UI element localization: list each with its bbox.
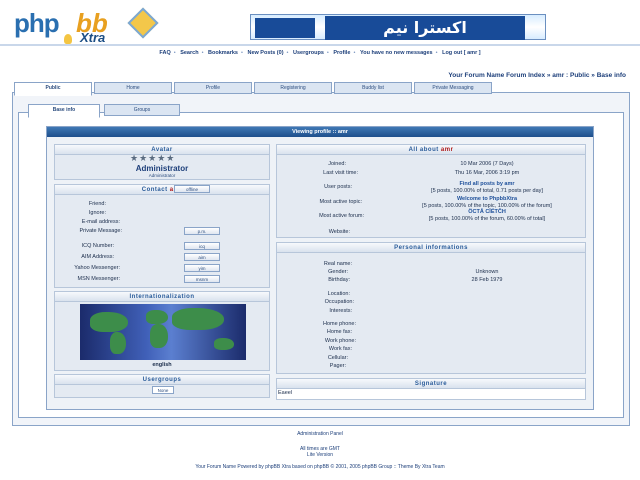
user-posts-label: User posts:: [324, 184, 352, 190]
last-visit-value: Thu 16 Mar, 2006 3:19 pm: [454, 170, 520, 176]
usergroups-title: Usergroups: [55, 375, 269, 385]
occupation-label: Occupation:: [324, 299, 354, 305]
nav-logout[interactable]: Log out [ amr ]: [442, 50, 481, 56]
tab-private-messaging[interactable]: Private Messaging: [414, 82, 492, 94]
msn-label: MSN Messenger:: [77, 276, 121, 282]
nav-new-posts[interactable]: New Posts (0): [247, 50, 283, 56]
joined-value: 10 Mar 2006 (7 Days): [460, 161, 514, 167]
tab-home[interactable]: Home: [94, 82, 172, 94]
signature-section: Signature: [276, 378, 586, 400]
tab-groups[interactable]: Groups: [104, 104, 180, 116]
find-posts-link[interactable]: Find all posts by amr: [390, 181, 584, 187]
icq-label: ICQ Number:: [81, 243, 114, 249]
phpbb-xtra-logo[interactable]: php bb Xtra: [14, 7, 159, 48]
intl-title: Internationalization: [55, 292, 269, 302]
interests-label: Interests:: [329, 308, 352, 314]
nav-profile[interactable]: Profile: [333, 50, 350, 56]
online-status-button[interactable]: offline: [174, 185, 210, 193]
icq-button[interactable]: icq: [184, 242, 220, 250]
breadcrumb[interactable]: Your Forum Name Forum Index » amr : Publ…: [448, 72, 626, 79]
about-title-prefix: All about: [408, 147, 439, 153]
yahoo-label: Yahoo Messenger:: [74, 265, 120, 271]
rank-stars-icon: ★★★★★: [130, 153, 176, 163]
aim-label: AIM Address:: [81, 254, 114, 260]
contact-section: Contact amr: [54, 184, 270, 288]
yahoo-button[interactable]: yim: [184, 264, 220, 272]
joined-label: Joined:: [328, 161, 346, 167]
nav-search[interactable]: Search: [180, 50, 198, 56]
gender-label: Gender:: [328, 269, 348, 275]
contact-title-prefix: Contact: [141, 187, 168, 193]
msn-button[interactable]: msnm: [184, 275, 220, 283]
friend-label: Friend:: [88, 201, 106, 207]
tab-base-info[interactable]: Base info: [28, 104, 100, 118]
lite-version-link[interactable]: Lite Version: [0, 452, 640, 458]
birthday-label: Birthday:: [328, 277, 350, 283]
rank-title: Administrator: [135, 164, 189, 173]
location-label: Location:: [327, 291, 350, 297]
tab-registering[interactable]: Registering: [254, 82, 332, 94]
banner-block: [255, 18, 315, 38]
ignore-label: Ignore:: [88, 210, 106, 216]
aim-button[interactable]: aim: [184, 253, 220, 261]
pm-label: Private Message:: [79, 228, 123, 234]
nav-bookmarks[interactable]: Bookmarks: [208, 50, 238, 56]
personal-title: Personal informations: [277, 243, 585, 253]
most-active-forum-link[interactable]: ÖCTÅ CÏЁТČН: [390, 209, 584, 215]
site-banner: اكسترا نيم: [250, 14, 546, 40]
logo-php-text: php: [14, 8, 60, 38]
signature-title: Signature: [277, 379, 585, 389]
cellular-label: Cellular:: [327, 355, 348, 361]
about-title-user: amr: [440, 147, 454, 153]
signature-value: Eaeel: [278, 390, 293, 396]
gender-value: Unknown: [475, 269, 499, 275]
website-label: Website:: [328, 229, 350, 235]
work-phone-label: Work phone:: [324, 338, 356, 344]
header-divider: [0, 44, 640, 46]
tab-profile[interactable]: Profile: [174, 82, 252, 94]
email-label: E-mail address:: [81, 219, 120, 225]
contact-title: Contact amr: [55, 185, 269, 195]
nav-messages[interactable]: You have no new messages: [360, 50, 433, 56]
last-visit-label: Last visit time:: [323, 170, 358, 176]
credits-text: Your Forum Name Powered by phpBB Xtra ba…: [195, 464, 445, 470]
user-posts-value: [5 posts, 100.00% of total, 0.71 posts p…: [431, 188, 543, 194]
tab-public[interactable]: Public: [14, 82, 92, 96]
banner-title: اكسترا نيم: [325, 16, 525, 40]
logo-diamond-icon: [127, 7, 159, 39]
logo-xtra-text: Xtra: [80, 30, 106, 45]
top-navigation: FAQ • Search • Bookmarks • New Posts (0) • U…: [159, 50, 481, 56]
tab-buddy-list[interactable]: Buddy list: [334, 82, 412, 94]
most-active-forum-value: [5 posts, 100.00% of the forum, 60.00% o…: [428, 216, 546, 222]
logo-bulb-icon: [64, 34, 72, 44]
usergroups-value: None: [152, 386, 174, 394]
page: php bb Xtra اكسترا نيم FAQ • Search • Book…: [0, 0, 640, 480]
birthday-value: 28 Feb 1979: [471, 277, 503, 283]
about-title: All about amr: [277, 145, 585, 155]
home-fax-label: Home fax:: [326, 329, 352, 335]
pager-label: Pager:: [329, 363, 346, 369]
home-phone-label: Home phone:: [322, 321, 356, 327]
pm-button[interactable]: p.m.: [184, 227, 220, 235]
content-title: Viewing profile :: amr: [47, 127, 593, 137]
nav-usergroups[interactable]: Usergroups: [293, 50, 324, 56]
most-active-forum-label: Most active forum:: [319, 213, 364, 219]
timezone-world-map: [80, 304, 246, 360]
real-name-label: Real name:: [323, 261, 352, 267]
most-active-topic-label: Most active topic:: [319, 199, 363, 205]
language-value: english: [152, 362, 172, 368]
nav-faq[interactable]: FAQ: [159, 50, 170, 56]
rank-subtitle: Administrator: [148, 173, 176, 178]
admin-panel-link[interactable]: Administration Panel: [0, 431, 640, 437]
work-fax-label: Work fax:: [328, 346, 352, 352]
most-active-topic-link[interactable]: Welcome to PhpbbXtra: [390, 196, 584, 202]
